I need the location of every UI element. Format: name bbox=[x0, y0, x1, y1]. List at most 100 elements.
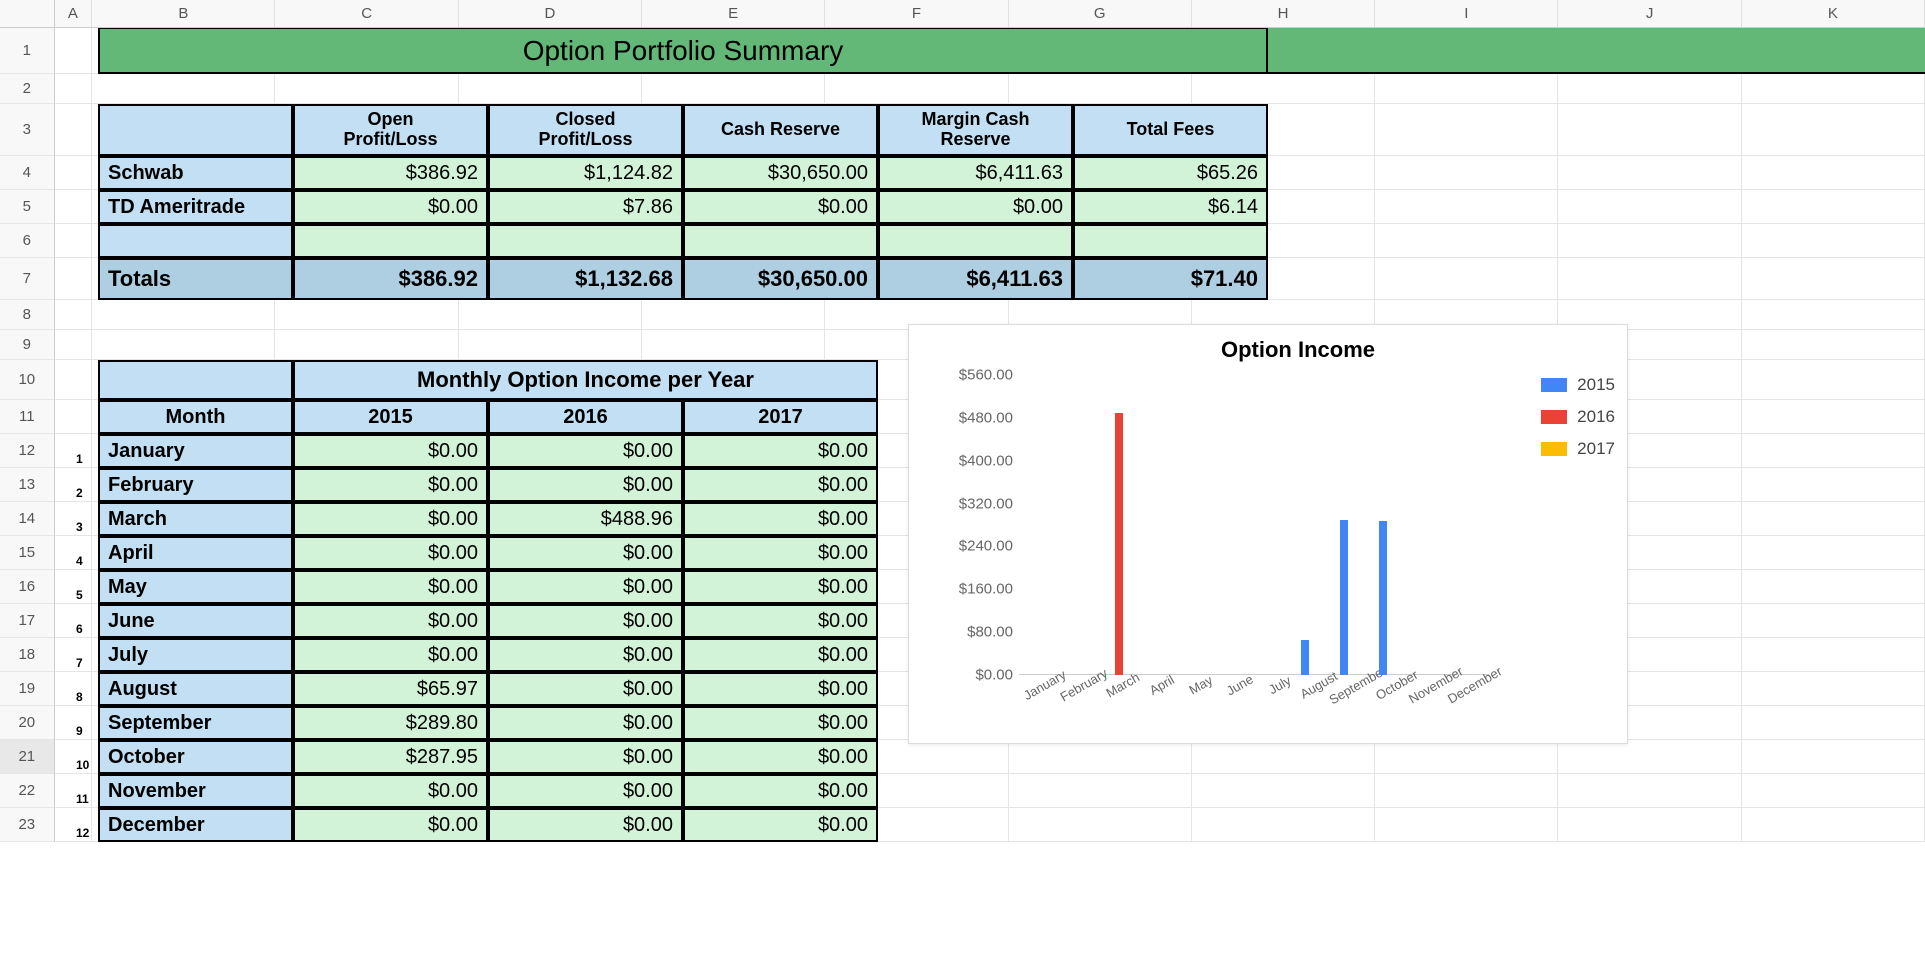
monthly-title[interactable]: Monthly Option Income per Year bbox=[293, 360, 878, 400]
cell[interactable] bbox=[459, 330, 642, 360]
portfolio-value[interactable]: $30,650.00 bbox=[683, 156, 878, 190]
portfolio-blank[interactable] bbox=[98, 224, 293, 258]
row-header[interactable]: 21 bbox=[0, 740, 55, 774]
row-header[interactable]: 12 bbox=[0, 434, 55, 468]
cell[interactable] bbox=[642, 74, 825, 104]
row-header[interactable]: 16 bbox=[0, 570, 55, 604]
cell[interactable] bbox=[1742, 74, 1925, 104]
cell[interactable] bbox=[55, 400, 93, 434]
cell[interactable] bbox=[1558, 156, 1741, 190]
portfolio-value[interactable]: $386.92 bbox=[293, 156, 488, 190]
cell[interactable] bbox=[1558, 258, 1741, 300]
row-header[interactable]: 20 bbox=[0, 706, 55, 740]
col-header[interactable]: C bbox=[275, 0, 458, 27]
cell[interactable] bbox=[1375, 224, 1558, 258]
cell[interactable] bbox=[1558, 104, 1741, 156]
cell[interactable] bbox=[1742, 104, 1925, 156]
col-header[interactable]: K bbox=[1742, 0, 1925, 27]
portfolio-blank[interactable] bbox=[683, 224, 878, 258]
row-header[interactable]: 9 bbox=[0, 330, 55, 360]
cell[interactable] bbox=[1192, 74, 1375, 104]
portfolio-value[interactable]: $6,411.63 bbox=[878, 156, 1073, 190]
portfolio-blank[interactable] bbox=[293, 224, 488, 258]
cell[interactable] bbox=[275, 300, 458, 330]
cell[interactable] bbox=[55, 28, 93, 74]
cell[interactable] bbox=[55, 224, 93, 258]
cell[interactable] bbox=[642, 300, 825, 330]
title-banner-extension[interactable] bbox=[1268, 28, 1925, 74]
row-header[interactable]: 13 bbox=[0, 468, 55, 502]
portfolio-total[interactable]: $6,411.63 bbox=[878, 258, 1073, 300]
monthly-blank[interactable] bbox=[98, 360, 293, 400]
cell[interactable] bbox=[1375, 104, 1558, 156]
cell[interactable] bbox=[55, 74, 93, 104]
cell[interactable] bbox=[55, 360, 93, 400]
col-header[interactable]: G bbox=[1009, 0, 1192, 27]
portfolio-header[interactable]: Margin CashReserve bbox=[878, 104, 1073, 156]
portfolio-value[interactable]: $0.00 bbox=[683, 190, 878, 224]
cell[interactable] bbox=[1742, 300, 1925, 330]
row-header[interactable]: 10 bbox=[0, 360, 55, 400]
cell[interactable] bbox=[459, 74, 642, 104]
portfolio-header[interactable]: Total Fees bbox=[1073, 104, 1268, 156]
row-header[interactable]: 8 bbox=[0, 300, 55, 330]
portfolio-corner[interactable] bbox=[98, 104, 293, 156]
row-header[interactable]: 15 bbox=[0, 536, 55, 570]
cell[interactable] bbox=[92, 300, 275, 330]
portfolio-total[interactable]: $30,650.00 bbox=[683, 258, 878, 300]
row-header[interactable]: 22 bbox=[0, 774, 55, 808]
cell[interactable] bbox=[1558, 224, 1741, 258]
col-header[interactable]: I bbox=[1375, 0, 1558, 27]
cell[interactable] bbox=[1009, 74, 1192, 104]
cell[interactable] bbox=[1558, 190, 1741, 224]
row-header[interactable]: 4 bbox=[0, 156, 55, 190]
portfolio-blank[interactable] bbox=[488, 224, 683, 258]
col-header[interactable]: F bbox=[825, 0, 1008, 27]
monthly-col-header[interactable]: 2015 bbox=[293, 400, 488, 434]
row-header[interactable]: 3 bbox=[0, 104, 55, 156]
cell[interactable] bbox=[92, 330, 275, 360]
col-header[interactable]: D bbox=[459, 0, 642, 27]
cell[interactable] bbox=[55, 258, 93, 300]
portfolio-row-label[interactable]: TD Ameritrade bbox=[98, 190, 293, 224]
portfolio-total[interactable]: $71.40 bbox=[1073, 258, 1268, 300]
title-banner[interactable]: Option Portfolio Summary bbox=[98, 28, 1268, 74]
portfolio-totals-label[interactable]: Totals bbox=[98, 258, 293, 300]
portfolio-header[interactable]: Cash Reserve bbox=[683, 104, 878, 156]
row-header[interactable]: 19 bbox=[0, 672, 55, 706]
cell[interactable] bbox=[1558, 74, 1741, 104]
cell[interactable] bbox=[55, 156, 93, 190]
row-header[interactable]: 11 bbox=[0, 400, 55, 434]
portfolio-row-label[interactable]: Schwab bbox=[98, 156, 293, 190]
monthly-col-header[interactable]: 2016 bbox=[488, 400, 683, 434]
cell[interactable] bbox=[1742, 156, 1925, 190]
cell[interactable] bbox=[459, 300, 642, 330]
portfolio-blank[interactable] bbox=[1073, 224, 1268, 258]
cell[interactable] bbox=[825, 74, 1008, 104]
cell[interactable] bbox=[55, 190, 93, 224]
portfolio-value[interactable]: $65.26 bbox=[1073, 156, 1268, 190]
cell[interactable] bbox=[92, 74, 275, 104]
col-header[interactable]: B bbox=[92, 0, 275, 27]
cell[interactable] bbox=[1742, 258, 1925, 300]
portfolio-value[interactable]: $0.00 bbox=[878, 190, 1073, 224]
row-header[interactable]: 23 bbox=[0, 808, 55, 842]
corner[interactable] bbox=[0, 0, 55, 27]
row-header[interactable]: 17 bbox=[0, 604, 55, 638]
cell[interactable] bbox=[1742, 330, 1925, 360]
cell[interactable] bbox=[275, 74, 458, 104]
row-header[interactable]: 14 bbox=[0, 502, 55, 536]
row-header[interactable]: 2 bbox=[0, 74, 55, 104]
row-header[interactable]: 5 bbox=[0, 190, 55, 224]
cell[interactable] bbox=[1375, 190, 1558, 224]
portfolio-header[interactable]: ClosedProfit/Loss bbox=[488, 104, 683, 156]
cell[interactable] bbox=[1375, 156, 1558, 190]
cell[interactable] bbox=[1375, 258, 1558, 300]
monthly-col-header[interactable]: Month bbox=[98, 400, 293, 434]
portfolio-header[interactable]: OpenProfit/Loss bbox=[293, 104, 488, 156]
cell[interactable] bbox=[55, 330, 93, 360]
col-header[interactable]: H bbox=[1192, 0, 1375, 27]
cell[interactable] bbox=[1375, 74, 1558, 104]
portfolio-value[interactable]: $6.14 bbox=[1073, 190, 1268, 224]
col-header[interactable]: A bbox=[55, 0, 93, 27]
